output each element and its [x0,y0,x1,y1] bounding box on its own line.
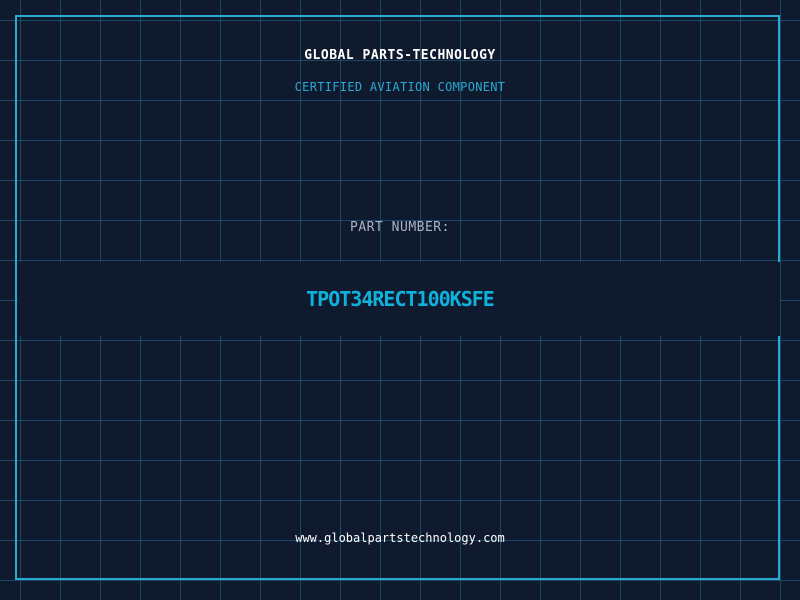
label-card: GLOBAL PARTS-TECHNOLOGY CERTIFIED AVIATI… [0,0,800,600]
certification-subtitle: CERTIFIED AVIATION COMPONENT [294,80,506,94]
part-number-value: TPOT34RECT100KSFE [306,287,495,311]
website-url: www.globalpartstechnology.com [295,531,505,545]
part-number-label: PART NUMBER: [350,220,450,235]
company-name: GLOBAL PARTS-TECHNOLOGY [304,48,496,63]
